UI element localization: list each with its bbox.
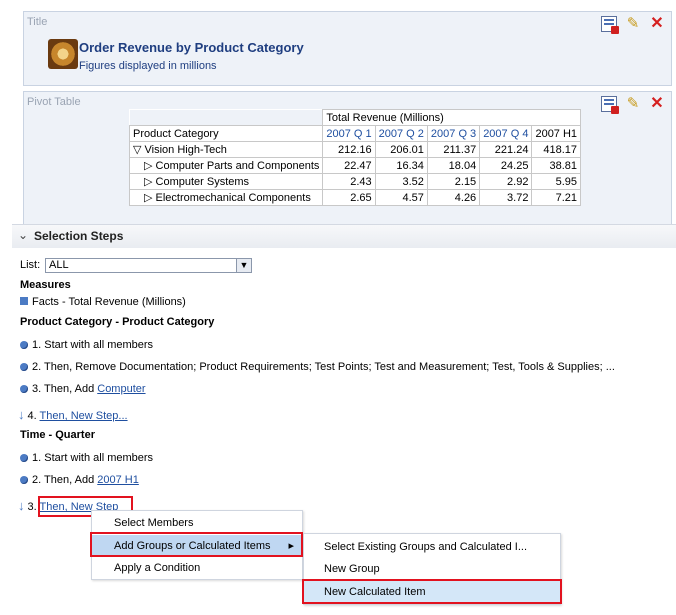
cell: 4.57 xyxy=(374,189,428,206)
step-bullet-icon xyxy=(20,341,28,349)
menu-item-apply-condition[interactable]: Apply a Condition xyxy=(92,557,302,579)
row-label[interactable]: ▷ Computer Systems xyxy=(128,173,324,190)
step-bullet-icon xyxy=(20,476,28,484)
product-step-3: 3. Then, Add Computer xyxy=(20,383,146,395)
product-step-1: 1. Start with all members xyxy=(20,339,153,351)
measures-heading: Measures xyxy=(20,279,71,291)
product-step-4: ↓ 4. Then, New Step... xyxy=(18,407,128,422)
submenu-item-new-group[interactable]: New Group xyxy=(304,558,560,580)
view-toolbar: ✎ ✕ xyxy=(601,16,665,34)
cell: 3.52 xyxy=(374,173,428,190)
time-step-1: 1. Start with all members xyxy=(20,452,153,464)
time-quarter-heading: Time - Quarter xyxy=(20,429,95,441)
report-subtitle: Figures displayed in millions xyxy=(79,60,217,72)
cell: 418.17 xyxy=(531,141,582,158)
step-text: 4. xyxy=(27,410,40,422)
measures-item-label: Facts - Total Revenue (Millions) xyxy=(32,296,186,308)
column-header[interactable]: 2007 Q 4 xyxy=(479,125,533,142)
cell: 206.01 xyxy=(374,141,428,158)
close-icon[interactable]: ✕ xyxy=(649,16,665,32)
arrow-down-icon: ↓ xyxy=(18,407,25,422)
highlight-add-groups xyxy=(90,532,303,557)
report-title: Order Revenue by Product Category xyxy=(79,40,304,55)
table-row: Total Revenue (Millions) xyxy=(129,109,582,126)
step-bullet-icon xyxy=(20,363,28,371)
pivot-table-panel: Pivot Table ✎ ✕ Total Revenue (Millions)… xyxy=(23,91,672,225)
list-select[interactable]: ALL ▼ xyxy=(45,258,252,273)
pivot-table: Total Revenue (Millions) Product Categor… xyxy=(128,109,582,206)
cell: 2.92 xyxy=(479,173,533,190)
table-row: ▷ Electromechanical Components 2.65 4.57… xyxy=(128,189,582,206)
title-view-panel: Title ✎ ✕ Order Revenue by Product Categ… xyxy=(23,11,672,86)
column-header[interactable]: 2007 Q 1 xyxy=(322,125,376,142)
panel-label: Title xyxy=(27,16,48,28)
table-row: ▽ Vision High-Tech 212.16 206.01 211.37 … xyxy=(128,141,582,158)
step-text: 3. Then, Add xyxy=(32,383,98,395)
measure-header: Total Revenue (Millions) xyxy=(322,109,582,126)
panel-label: Pivot Table xyxy=(27,96,81,108)
list-label: List: xyxy=(20,259,41,271)
table-row: ▷ Computer Parts and Components 22.47 16… xyxy=(128,157,582,174)
2007-h1-link[interactable]: 2007 H1 xyxy=(97,474,139,486)
row-label[interactable]: ▷ Computer Parts and Components xyxy=(128,157,324,174)
step-text: 2. Then, Remove Documentation; Product R… xyxy=(32,361,615,373)
column-header[interactable]: 2007 Q 2 xyxy=(374,125,428,142)
submenu-item-select-existing[interactable]: Select Existing Groups and Calculated I.… xyxy=(304,536,560,558)
cell: 2.65 xyxy=(322,189,376,206)
row-label[interactable]: ▽ Vision High-Tech xyxy=(128,141,324,158)
column-header[interactable]: 2007 H1 xyxy=(531,125,582,142)
measures-item: Facts - Total Revenue (Millions) xyxy=(20,296,186,308)
cell: 18.04 xyxy=(426,157,481,174)
table-row: ▷ Computer Systems 2.43 3.52 2.15 2.92 5… xyxy=(128,173,582,190)
cell: 221.24 xyxy=(479,141,533,158)
cell: 2.15 xyxy=(426,173,481,190)
selection-steps-header[interactable]: ⌄ Selection Steps xyxy=(12,224,676,248)
arrow-down-icon: ↓ xyxy=(18,498,25,513)
row-header: Product Category xyxy=(128,125,324,142)
table-row: Product Category 2007 Q 1 2007 Q 2 2007 … xyxy=(128,125,582,142)
properties-icon[interactable] xyxy=(601,16,619,34)
view-toolbar: ✎ ✕ xyxy=(601,96,665,114)
cell: 38.81 xyxy=(531,157,582,174)
list-select-value: ALL xyxy=(49,259,69,271)
step-bullet-icon xyxy=(20,454,28,462)
report-logo-icon xyxy=(48,39,78,69)
properties-icon[interactable] xyxy=(601,96,619,114)
time-step-2: 2. Then, Add 2007 H1 xyxy=(20,474,139,486)
column-header[interactable]: 2007 Q 3 xyxy=(426,125,481,142)
cell: 22.47 xyxy=(322,157,376,174)
highlight-new-calculated-item xyxy=(302,579,562,604)
chevron-down-icon[interactable]: ▼ xyxy=(236,259,251,272)
selection-steps-title: Selection Steps xyxy=(34,229,124,243)
cell: 4.26 xyxy=(426,189,481,206)
computer-link[interactable]: Computer xyxy=(97,383,145,395)
cell: 24.25 xyxy=(479,157,533,174)
new-step-link[interactable]: Then, New Step... xyxy=(40,410,128,422)
chevron-down-icon[interactable]: ⌄ xyxy=(18,228,28,242)
step-text: 2. Then, Add xyxy=(32,474,98,486)
product-category-heading: Product Category - Product Category xyxy=(20,316,215,328)
step-text: 1. Start with all members xyxy=(32,452,154,464)
pencil-icon[interactable]: ✎ xyxy=(625,96,641,112)
cell: 5.95 xyxy=(531,173,582,190)
cell: 3.72 xyxy=(479,189,533,206)
cell: 2.43 xyxy=(322,173,376,190)
cell: 212.16 xyxy=(322,141,376,158)
menu-item-select-members[interactable]: Select Members xyxy=(92,512,302,534)
pencil-icon[interactable]: ✎ xyxy=(625,16,641,32)
cell: 16.34 xyxy=(374,157,428,174)
step-bullet-icon xyxy=(20,385,28,393)
measure-icon xyxy=(20,297,28,305)
cell: 7.21 xyxy=(531,189,582,206)
row-label[interactable]: ▷ Electromechanical Components xyxy=(128,189,324,206)
close-icon[interactable]: ✕ xyxy=(649,96,665,112)
cell: 211.37 xyxy=(426,141,481,158)
product-step-2: 2. Then, Remove Documentation; Product R… xyxy=(20,361,615,373)
step-text: 1. Start with all members xyxy=(32,339,154,351)
